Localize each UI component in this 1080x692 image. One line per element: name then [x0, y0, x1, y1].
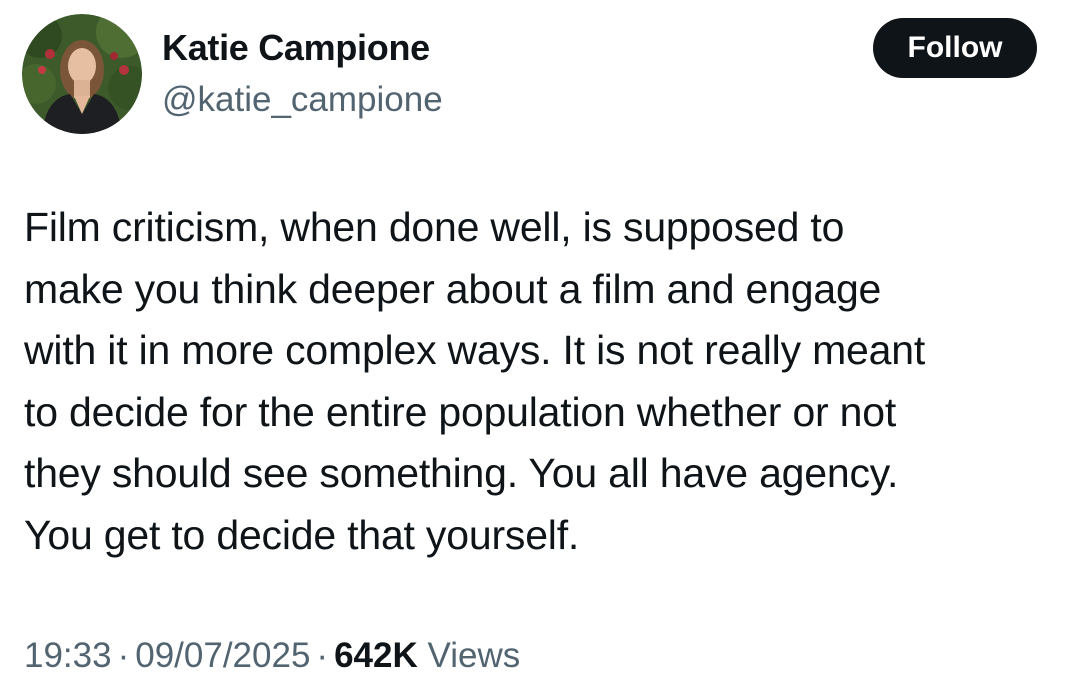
tweet-text-line: Film criticism, when done well, is suppo…	[24, 204, 845, 250]
avatar-photo	[22, 14, 142, 134]
views-label: Views	[427, 636, 521, 675]
tweet-time-value: 19:33	[24, 636, 112, 675]
views-count: 642K	[334, 636, 418, 675]
tweet-date: 09/07/2025	[135, 636, 311, 675]
follow-button[interactable]: Follow	[873, 18, 1037, 78]
tweet-text-line: with it in more complex ways. It is not …	[24, 327, 926, 373]
tweet-text-line: You get to decide that yourself.	[24, 511, 580, 558]
tweet-text-line: they should see something. You all have …	[24, 450, 899, 496]
avatar[interactable]	[22, 14, 142, 134]
tweet-text: Film criticism, when done well, is suppo…	[24, 197, 1064, 566]
author-display-name[interactable]: Katie Campione	[162, 26, 430, 70]
tweet-text-line: to decide for the entire population whet…	[24, 388, 897, 435]
tweet-time[interactable]: 19:33 · 09/07/2025	[24, 636, 310, 675]
meta-separator: ·	[316, 636, 329, 675]
tweet-card: Katie Campione @katie_campione Follow Fi…	[0, 0, 1080, 692]
author-handle[interactable]: @katie_campione	[162, 78, 443, 122]
tweet-text-line: make you think deeper about a film and e…	[24, 265, 882, 312]
tweet-meta: 19:33 · 09/07/2025 · 642K Views	[24, 632, 520, 680]
meta-separator: ·	[117, 636, 130, 675]
